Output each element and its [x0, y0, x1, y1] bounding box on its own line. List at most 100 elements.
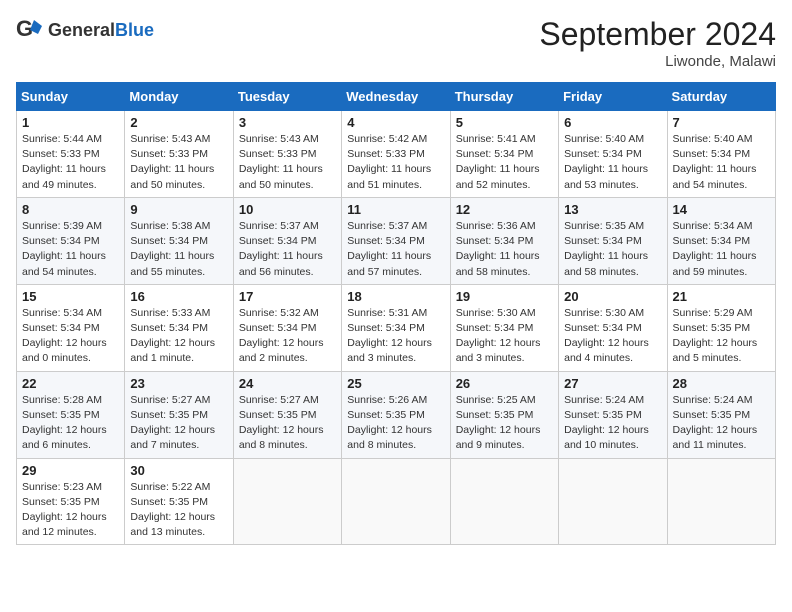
day-info: Sunrise: 5:24 AMSunset: 5:35 PMDaylight:… — [564, 393, 661, 454]
calendar-cell: 25 Sunrise: 5:26 AMSunset: 5:35 PMDayligh… — [342, 371, 450, 458]
calendar-cell: 20Sunrise: 5:30 AMSunset: 5:34 PMDayligh… — [559, 284, 667, 371]
svg-text:G: G — [16, 16, 33, 41]
day-info: Sunrise: 5:40 AMSunset: 5:34 PMDaylight:… — [673, 132, 770, 193]
calendar-cell: 3 Sunrise: 5:43 AMSunset: 5:33 PMDaylight… — [233, 111, 341, 198]
day-number: 8 — [22, 202, 119, 217]
weekday-header-saturday: Saturday — [667, 83, 775, 111]
calendar-cell — [450, 458, 558, 545]
day-info: Sunrise: 5:33 AMSunset: 5:34 PMDaylight:… — [130, 306, 227, 367]
day-number: 12 — [456, 202, 553, 217]
calendar-cell: 30 Sunrise: 5:22 AMSunset: 5:35 PMDayligh… — [125, 458, 233, 545]
calendar-cell: 9 Sunrise: 5:38 AMSunset: 5:34 PMDaylight… — [125, 197, 233, 284]
day-number: 10 — [239, 202, 336, 217]
location-title: Liwonde, Malawi — [539, 53, 776, 70]
weekday-header-wednesday: Wednesday — [342, 83, 450, 111]
day-number: 27 — [564, 376, 661, 391]
day-info: Sunrise: 5:37 AMSunset: 5:34 PMDaylight:… — [347, 219, 444, 280]
weekday-header-row: SundayMondayTuesdayWednesdayThursdayFrid… — [17, 83, 776, 111]
calendar-cell: 14 Sunrise: 5:34 AMSunset: 5:34 PMDayligh… — [667, 197, 775, 284]
weekday-header-monday: Monday — [125, 83, 233, 111]
day-info: Sunrise: 5:25 AMSunset: 5:35 PMDaylight:… — [456, 393, 553, 454]
day-info: Sunrise: 5:32 AMSunset: 5:34 PMDaylight:… — [239, 306, 336, 367]
calendar-cell: 24Sunrise: 5:27 AMSunset: 5:35 PMDayligh… — [233, 371, 341, 458]
logo: G GeneralBlue — [16, 16, 154, 44]
day-number: 19 — [456, 289, 553, 304]
day-info: Sunrise: 5:22 AMSunset: 5:35 PMDaylight:… — [130, 480, 227, 541]
day-info: Sunrise: 5:27 AMSunset: 5:35 PMDaylight:… — [130, 393, 227, 454]
day-number: 28 — [673, 376, 770, 391]
calendar-cell: 22 Sunrise: 5:28 AMSunset: 5:35 PMDayligh… — [17, 371, 125, 458]
calendar-cell — [559, 458, 667, 545]
calendar-cell: 5Sunrise: 5:41 AMSunset: 5:34 PMDaylight… — [450, 111, 558, 198]
day-info: Sunrise: 5:26 AMSunset: 5:35 PMDaylight:… — [347, 393, 444, 454]
calendar-cell: 11Sunrise: 5:37 AMSunset: 5:34 PMDayligh… — [342, 197, 450, 284]
calendar-table: SundayMondayTuesdayWednesdayThursdayFrid… — [16, 82, 776, 545]
calendar-cell: 13Sunrise: 5:35 AMSunset: 5:34 PMDayligh… — [559, 197, 667, 284]
day-number: 21 — [673, 289, 770, 304]
day-number: 30 — [130, 463, 227, 478]
logo-text-blue: Blue — [115, 20, 154, 40]
title-block: September 2024 Liwonde, Malawi — [539, 16, 776, 70]
day-number: 16 — [130, 289, 227, 304]
calendar-week-1: 1 Sunrise: 5:44 AMSunset: 5:33 PMDaylight… — [17, 111, 776, 198]
calendar-cell: 15 Sunrise: 5:34 AMSunset: 5:34 PMDayligh… — [17, 284, 125, 371]
day-info: Sunrise: 5:34 AMSunset: 5:34 PMDaylight:… — [673, 219, 770, 280]
weekday-header-tuesday: Tuesday — [233, 83, 341, 111]
calendar-cell: 18 Sunrise: 5:31 AMSunset: 5:34 PMDayligh… — [342, 284, 450, 371]
day-number: 18 — [347, 289, 444, 304]
day-info: Sunrise: 5:34 AMSunset: 5:34 PMDaylight:… — [22, 306, 119, 367]
day-number: 26 — [456, 376, 553, 391]
page-header: G GeneralBlue September 2024 Liwonde, Ma… — [16, 16, 776, 70]
calendar-cell: 16 Sunrise: 5:33 AMSunset: 5:34 PMDayligh… — [125, 284, 233, 371]
calendar-cell: 27 Sunrise: 5:24 AMSunset: 5:35 PMDayligh… — [559, 371, 667, 458]
day-number: 1 — [22, 115, 119, 130]
day-number: 13 — [564, 202, 661, 217]
day-number: 5 — [456, 115, 553, 130]
day-info: Sunrise: 5:31 AMSunset: 5:34 PMDaylight:… — [347, 306, 444, 367]
logo-text-general: General — [48, 20, 115, 40]
day-info: Sunrise: 5:27 AMSunset: 5:35 PMDaylight:… — [239, 393, 336, 454]
calendar-cell: 10Sunrise: 5:37 AMSunset: 5:34 PMDayligh… — [233, 197, 341, 284]
logo-icon: G — [16, 16, 44, 44]
day-number: 25 — [347, 376, 444, 391]
day-info: Sunrise: 5:29 AMSunset: 5:35 PMDaylight:… — [673, 306, 770, 367]
day-info: Sunrise: 5:43 AMSunset: 5:33 PMDaylight:… — [239, 132, 336, 193]
day-info: Sunrise: 5:39 AMSunset: 5:34 PMDaylight:… — [22, 219, 119, 280]
weekday-header-sunday: Sunday — [17, 83, 125, 111]
calendar-cell: 23 Sunrise: 5:27 AMSunset: 5:35 PMDayligh… — [125, 371, 233, 458]
calendar-cell: 21 Sunrise: 5:29 AMSunset: 5:35 PMDayligh… — [667, 284, 775, 371]
day-number: 3 — [239, 115, 336, 130]
calendar-cell: 4Sunrise: 5:42 AMSunset: 5:33 PMDaylight… — [342, 111, 450, 198]
day-number: 6 — [564, 115, 661, 130]
day-number: 15 — [22, 289, 119, 304]
day-info: Sunrise: 5:36 AMSunset: 5:34 PMDaylight:… — [456, 219, 553, 280]
calendar-cell: 19Sunrise: 5:30 AMSunset: 5:34 PMDayligh… — [450, 284, 558, 371]
calendar-cell — [667, 458, 775, 545]
calendar-cell — [233, 458, 341, 545]
day-info: Sunrise: 5:40 AMSunset: 5:34 PMDaylight:… — [564, 132, 661, 193]
calendar-week-2: 8 Sunrise: 5:39 AMSunset: 5:34 PMDaylight… — [17, 197, 776, 284]
calendar-cell: 6 Sunrise: 5:40 AMSunset: 5:34 PMDaylight… — [559, 111, 667, 198]
calendar-cell: 17Sunrise: 5:32 AMSunset: 5:34 PMDayligh… — [233, 284, 341, 371]
day-number: 23 — [130, 376, 227, 391]
calendar-cell: 2Sunrise: 5:43 AMSunset: 5:33 PMDaylight… — [125, 111, 233, 198]
day-info: Sunrise: 5:44 AMSunset: 5:33 PMDaylight:… — [22, 132, 119, 193]
calendar-cell — [342, 458, 450, 545]
day-info: Sunrise: 5:42 AMSunset: 5:33 PMDaylight:… — [347, 132, 444, 193]
calendar-week-3: 15 Sunrise: 5:34 AMSunset: 5:34 PMDayligh… — [17, 284, 776, 371]
day-info: Sunrise: 5:30 AMSunset: 5:34 PMDaylight:… — [564, 306, 661, 367]
calendar-cell: 1 Sunrise: 5:44 AMSunset: 5:33 PMDaylight… — [17, 111, 125, 198]
day-info: Sunrise: 5:38 AMSunset: 5:34 PMDaylight:… — [130, 219, 227, 280]
day-number: 14 — [673, 202, 770, 217]
day-number: 22 — [22, 376, 119, 391]
weekday-header-friday: Friday — [559, 83, 667, 111]
calendar-week-4: 22 Sunrise: 5:28 AMSunset: 5:35 PMDayligh… — [17, 371, 776, 458]
day-number: 9 — [130, 202, 227, 217]
day-info: Sunrise: 5:43 AMSunset: 5:33 PMDaylight:… — [130, 132, 227, 193]
calendar-week-5: 29Sunrise: 5:23 AMSunset: 5:35 PMDayligh… — [17, 458, 776, 545]
weekday-header-thursday: Thursday — [450, 83, 558, 111]
month-title: September 2024 — [539, 16, 776, 53]
day-info: Sunrise: 5:28 AMSunset: 5:35 PMDaylight:… — [22, 393, 119, 454]
day-info: Sunrise: 5:23 AMSunset: 5:35 PMDaylight:… — [22, 480, 119, 541]
calendar-cell: 28Sunrise: 5:24 AMSunset: 5:35 PMDayligh… — [667, 371, 775, 458]
